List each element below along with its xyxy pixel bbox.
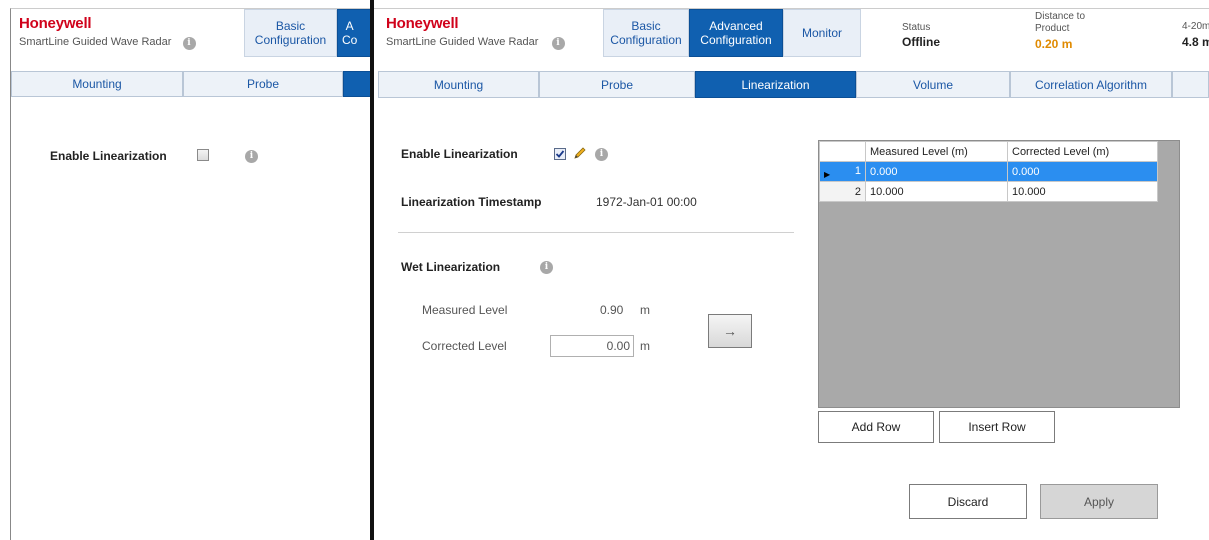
subtab-mounting[interactable]: Mounting [378, 71, 539, 98]
info-icon[interactable]: i [551, 37, 565, 50]
subtab-mounting[interactable]: Mounting [11, 71, 183, 97]
linearization-timestamp-label: Linearization Timestamp [401, 195, 542, 209]
subtab-probe[interactable]: Probe [539, 71, 695, 98]
table-header-row: Measured Level (m) Corrected Level (m) [819, 141, 1158, 162]
apply-button[interactable]: Apply [1040, 484, 1158, 519]
table-cell-measured[interactable]: 10.000 [865, 181, 1008, 202]
enable-linearization-label: Enable Linearization [401, 147, 518, 161]
corrected-level-label: Corrected Level [422, 339, 507, 353]
subtab-probe[interactable]: Probe [183, 71, 343, 97]
info-icon[interactable]: i [540, 261, 553, 274]
current-row-icon: ▶ [824, 169, 831, 179]
table-cell-corrected[interactable]: 10.000 [1007, 181, 1158, 202]
product-name: SmartLine Guided Wave Radar i [19, 36, 196, 50]
product-label: SmartLine Guided Wave Radar [19, 36, 172, 48]
enable-linearization-checkbox[interactable] [197, 149, 209, 161]
corrected-level-unit: m [640, 339, 650, 353]
brand-logo: Honeywell [19, 15, 92, 32]
linearization-timestamp-value: 1972-Jan-01 00:00 [596, 195, 697, 209]
linearization-table[interactable]: Measured Level (m) Corrected Level (m) ▶… [818, 140, 1180, 408]
table-row[interactable]: ▶ 1 0.000 0.000 [819, 161, 1158, 182]
product-name: SmartLine Guided Wave Radar i [386, 36, 565, 50]
table-cell-measured[interactable]: 0.000 [865, 161, 1008, 182]
tab-basic-configuration[interactable]: Basic Configuration [244, 9, 337, 57]
wet-linearization-label: Wet Linearization [401, 260, 501, 274]
info-icon[interactable]: i [595, 148, 608, 161]
subtab-linearization[interactable] [343, 71, 372, 97]
subtab-overflow[interactable] [1172, 71, 1209, 98]
checkmark-icon [555, 150, 565, 158]
status-value: Offline [902, 35, 940, 49]
apply-arrow-button[interactable]: → [708, 314, 752, 348]
main-window: Honeywell SmartLine Guided Wave Radar i … [374, 8, 1209, 540]
measured-level-label: Measured Level [422, 303, 508, 317]
measured-level-value: 0.90 [600, 303, 624, 317]
tab-monitor[interactable]: Monitor [783, 9, 861, 57]
insert-row-button[interactable]: Insert Row [939, 411, 1055, 443]
row-header-corner [819, 141, 866, 162]
tab-basic-configuration[interactable]: Basic Configuration [603, 9, 689, 57]
subtab-correlation-algorithm[interactable]: Correlation Algorithm [1010, 71, 1172, 98]
row-index[interactable]: 2 [819, 181, 866, 202]
distance-label: Distance to Product [1035, 11, 1086, 34]
discard-button[interactable]: Discard [909, 484, 1027, 519]
product-label: SmartLine Guided Wave Radar [386, 36, 539, 48]
brand-logo: Honeywell [386, 15, 459, 32]
info-icon[interactable]: i [182, 37, 196, 50]
enable-linearization-label: Enable Linearization [50, 149, 167, 163]
current-value: 4.8 m [1182, 35, 1209, 49]
measured-level-unit: m [640, 303, 650, 317]
add-row-button[interactable]: Add Row [818, 411, 934, 443]
row-index[interactable]: ▶ 1 [819, 161, 866, 182]
subtab-volume[interactable]: Volume [856, 71, 1010, 98]
section-divider [398, 232, 794, 233]
info-icon[interactable]: i [245, 150, 258, 163]
row-number: 1 [854, 164, 861, 177]
corrected-level-input[interactable]: 0.00 [550, 335, 634, 357]
background-window: Honeywell SmartLine Guided Wave Radar i … [10, 8, 372, 540]
column-header-corrected[interactable]: Corrected Level (m) [1007, 141, 1158, 162]
tab-advanced-configuration[interactable]: Advanced Configuration [689, 9, 783, 57]
pencil-edit-icon[interactable] [572, 145, 588, 161]
subtab-linearization[interactable]: Linearization [695, 71, 856, 98]
status-label: Status [902, 22, 931, 33]
current-label: 4-20m [1182, 21, 1209, 32]
enable-linearization-checkbox[interactable] [554, 148, 566, 160]
distance-value: 0.20 m [1035, 37, 1073, 51]
table-cell-corrected[interactable]: 0.000 [1007, 161, 1158, 182]
table-row[interactable]: 2 10.000 10.000 [819, 181, 1158, 202]
column-header-measured[interactable]: Measured Level (m) [865, 141, 1008, 162]
arrow-right-icon: → [723, 323, 737, 339]
tab-advanced-configuration[interactable]: A Co [337, 9, 372, 57]
